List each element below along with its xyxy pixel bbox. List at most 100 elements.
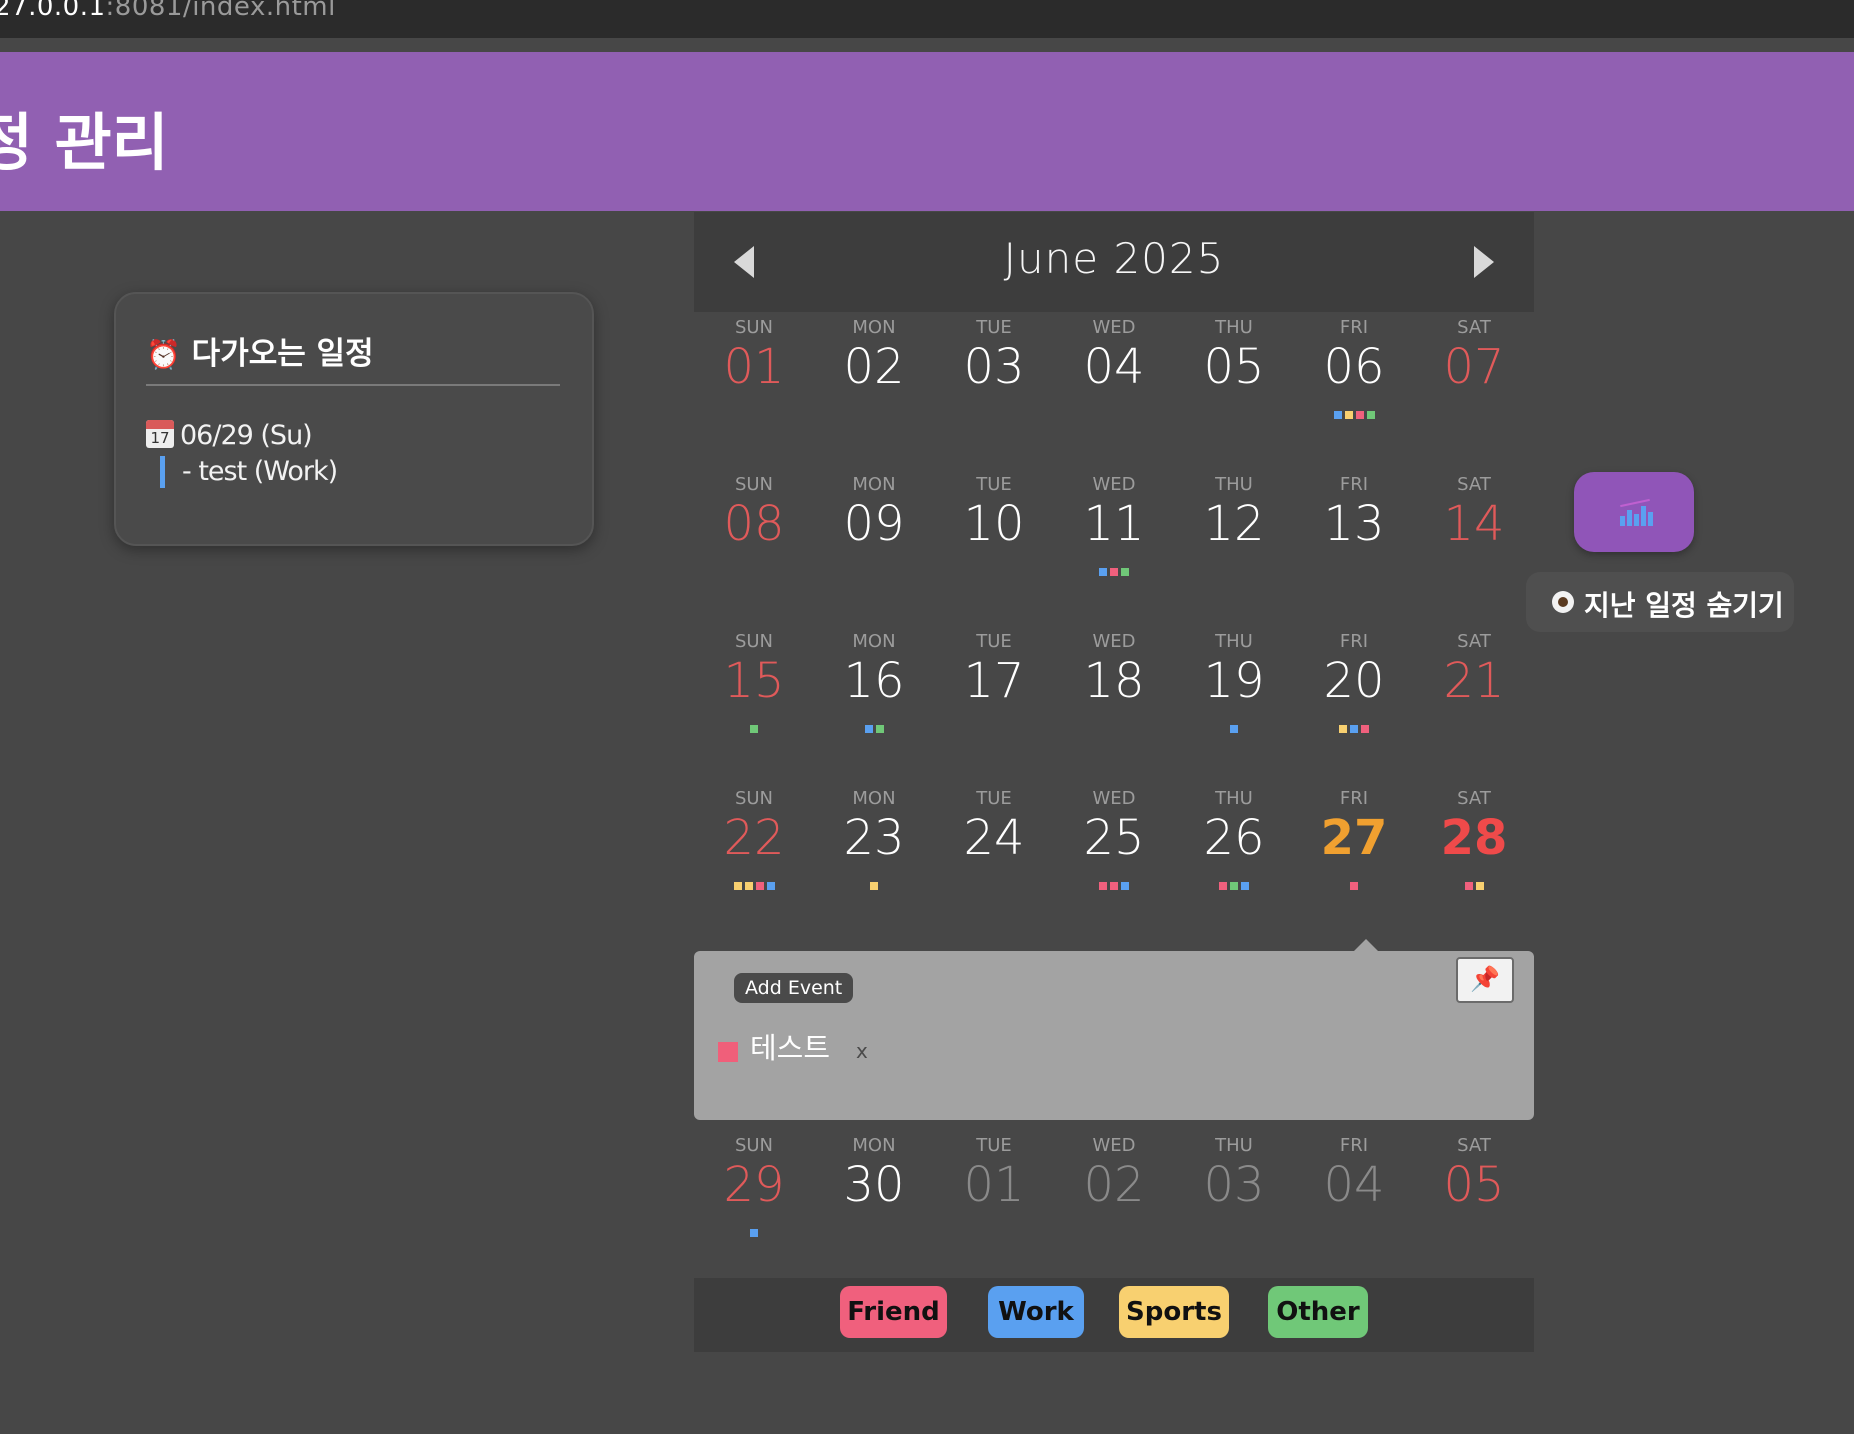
calendar-day[interactable]: TUE 24 (934, 770, 1054, 927)
calendar-day[interactable]: SAT 14 (1414, 456, 1534, 613)
calendar-day[interactable]: THU 12 (1174, 456, 1294, 613)
event-dot-friend (1350, 882, 1358, 890)
day-number: 22 (723, 810, 785, 866)
calendar-day[interactable]: WED 02 (1054, 1117, 1174, 1274)
event-dot-other (1230, 882, 1238, 890)
calendar-week: SUN 29 MON 30 TUE 01 WED 02 THU 03 FRI 04 SAT 05 (694, 1117, 1534, 1274)
calendar-day[interactable]: WED 11 (1054, 456, 1174, 613)
calendar-day[interactable]: THU 19 (1174, 613, 1294, 770)
calendar-day[interactable]: MON 23 (814, 770, 934, 927)
pushpin-icon[interactable]: 📌 (1456, 957, 1514, 1003)
calendar-day[interactable]: FRI 04 (1294, 1117, 1414, 1274)
stats-button[interactable] (1574, 472, 1694, 552)
month-title: June 2025 (1003, 234, 1225, 283)
event-dot-work (1241, 882, 1249, 890)
day-number: 09 (843, 496, 905, 552)
upcoming-event[interactable]: - test (Work) (160, 456, 338, 488)
calendar-day[interactable]: WED 18 (1054, 613, 1174, 770)
calendar-day[interactable]: THU 03 (1174, 1117, 1294, 1274)
upcoming-title-text: 다가오는 일정 (191, 336, 374, 372)
calendar-day[interactable]: SAT 07 (1414, 299, 1534, 456)
weekday-label: FRI (1339, 474, 1369, 495)
event-dot-friend (1110, 882, 1118, 890)
calendar-day[interactable]: SUN 01 (694, 299, 814, 456)
weekday-label: SUN (734, 788, 774, 809)
event-dot-work (1350, 725, 1358, 733)
event-dot-work (766, 882, 775, 890)
calendar-day[interactable]: FRI 27 (1294, 770, 1414, 927)
calendar-day[interactable]: SUN 15 (694, 613, 814, 770)
url-text[interactable]: 27.0.0.1:8081/index.html (0, 0, 336, 22)
weekday-label: SUN (734, 474, 774, 495)
calendar-week: SUN 15 MON 16 TUE 17 WED 18 THU 19 FRI 20 SAT 21 (694, 613, 1534, 770)
add-event-button[interactable]: Add Event (734, 973, 854, 1003)
day-number: 06 (1323, 339, 1385, 395)
weekday-label: WED (1092, 631, 1136, 652)
weekday-label: MON (852, 317, 896, 338)
event-dot-other (875, 725, 884, 733)
calendar-day[interactable]: TUE 01 (934, 1117, 1054, 1274)
calendar-day[interactable]: SAT 21 (1414, 613, 1534, 770)
calendar-day[interactable]: TUE 10 (934, 456, 1054, 613)
day-number: 17 (963, 653, 1025, 709)
weekday-label: FRI (1339, 317, 1369, 338)
calendar-week: SUN 22 MON 23 TUE 24 WED 25 THU 26 FRI 27 SAT 28 (694, 770, 1534, 927)
tag-work[interactable]: Work (988, 1286, 1084, 1338)
weekday-label: THU (1215, 788, 1253, 809)
calendar-day[interactable]: MON 02 (814, 299, 934, 456)
weekday-label: MON (852, 631, 896, 652)
calendar-day[interactable]: MON 16 (814, 613, 934, 770)
calendar-day[interactable]: WED 25 (1054, 770, 1174, 927)
calendar-day[interactable]: MON 09 (814, 456, 934, 613)
day-number: 12 (1203, 496, 1265, 552)
event-dot-friend (1099, 882, 1107, 890)
weekday-label: FRI (1339, 631, 1369, 652)
weekday-label: TUE (976, 788, 1012, 809)
tag-sports[interactable]: Sports (1119, 1286, 1229, 1338)
weekday-label: MON (852, 1135, 896, 1156)
day-number: 04 (1323, 1157, 1385, 1213)
day-number: 08 (723, 496, 785, 552)
weekday-label: TUE (976, 474, 1012, 495)
calendar-day[interactable]: FRI 20 (1294, 613, 1414, 770)
calendar-day[interactable]: THU 05 (1174, 299, 1294, 456)
event-name[interactable]: 테스트 (750, 1025, 830, 1067)
calendar-day[interactable]: TUE 03 (934, 299, 1054, 456)
day-number: 18 (1083, 653, 1145, 709)
calendar-day[interactable]: SAT 28 (1414, 770, 1534, 927)
event-dot-friend (1219, 882, 1227, 890)
calendar-day[interactable]: SUN 22 (694, 770, 814, 927)
event-dot-sports (733, 882, 742, 890)
event-dots (1174, 725, 1294, 733)
tag-friend[interactable]: Friend (840, 1286, 947, 1338)
day-number: 28 (1440, 810, 1508, 866)
day-number: 13 (1323, 496, 1385, 552)
calendar-day[interactable]: FRI 06 (1294, 299, 1414, 456)
calendar-day[interactable]: TUE 17 (934, 613, 1054, 770)
hide-past-events-button[interactable]: 지난 일정 숨기기 (1526, 572, 1794, 632)
calendar-day[interactable]: SUN 29 (694, 1117, 814, 1274)
next-month-icon[interactable] (1474, 246, 1494, 278)
url-path: :8081/index.html (105, 0, 336, 22)
tag-other[interactable]: Other (1268, 1286, 1368, 1338)
calendar-day[interactable]: MON 30 (814, 1117, 934, 1274)
weekday-label: SUN (734, 317, 774, 338)
event-dot-work (1230, 725, 1238, 733)
calendar-day[interactable]: WED 04 (1054, 299, 1174, 456)
calendar-week: SUN 08 MON 09 TUE 10 WED 11 THU 12 FRI 13 SAT 14 (694, 456, 1534, 613)
event-dots (1294, 411, 1414, 419)
calendar-day[interactable]: SAT 05 (1414, 1117, 1534, 1274)
day-events-popup: Add Event 📌 테스트 x (694, 939, 1534, 1120)
calendar-day[interactable]: THU 26 (1174, 770, 1294, 927)
event-row[interactable]: 테스트 x (718, 1025, 868, 1067)
weekday-label: WED (1092, 474, 1136, 495)
event-dot-other (1121, 568, 1129, 576)
calendar-day[interactable]: SUN 08 (694, 456, 814, 613)
delete-event-button[interactable]: x (856, 1039, 868, 1063)
event-dot-work (864, 725, 873, 733)
day-number: 02 (1083, 1157, 1145, 1213)
calendar-header: June 2025 (694, 212, 1534, 312)
event-dot-work (1099, 568, 1107, 576)
browser-address-bar[interactable]: 27.0.0.1:8081/index.html (0, 0, 1854, 38)
calendar-day[interactable]: FRI 13 (1294, 456, 1414, 613)
